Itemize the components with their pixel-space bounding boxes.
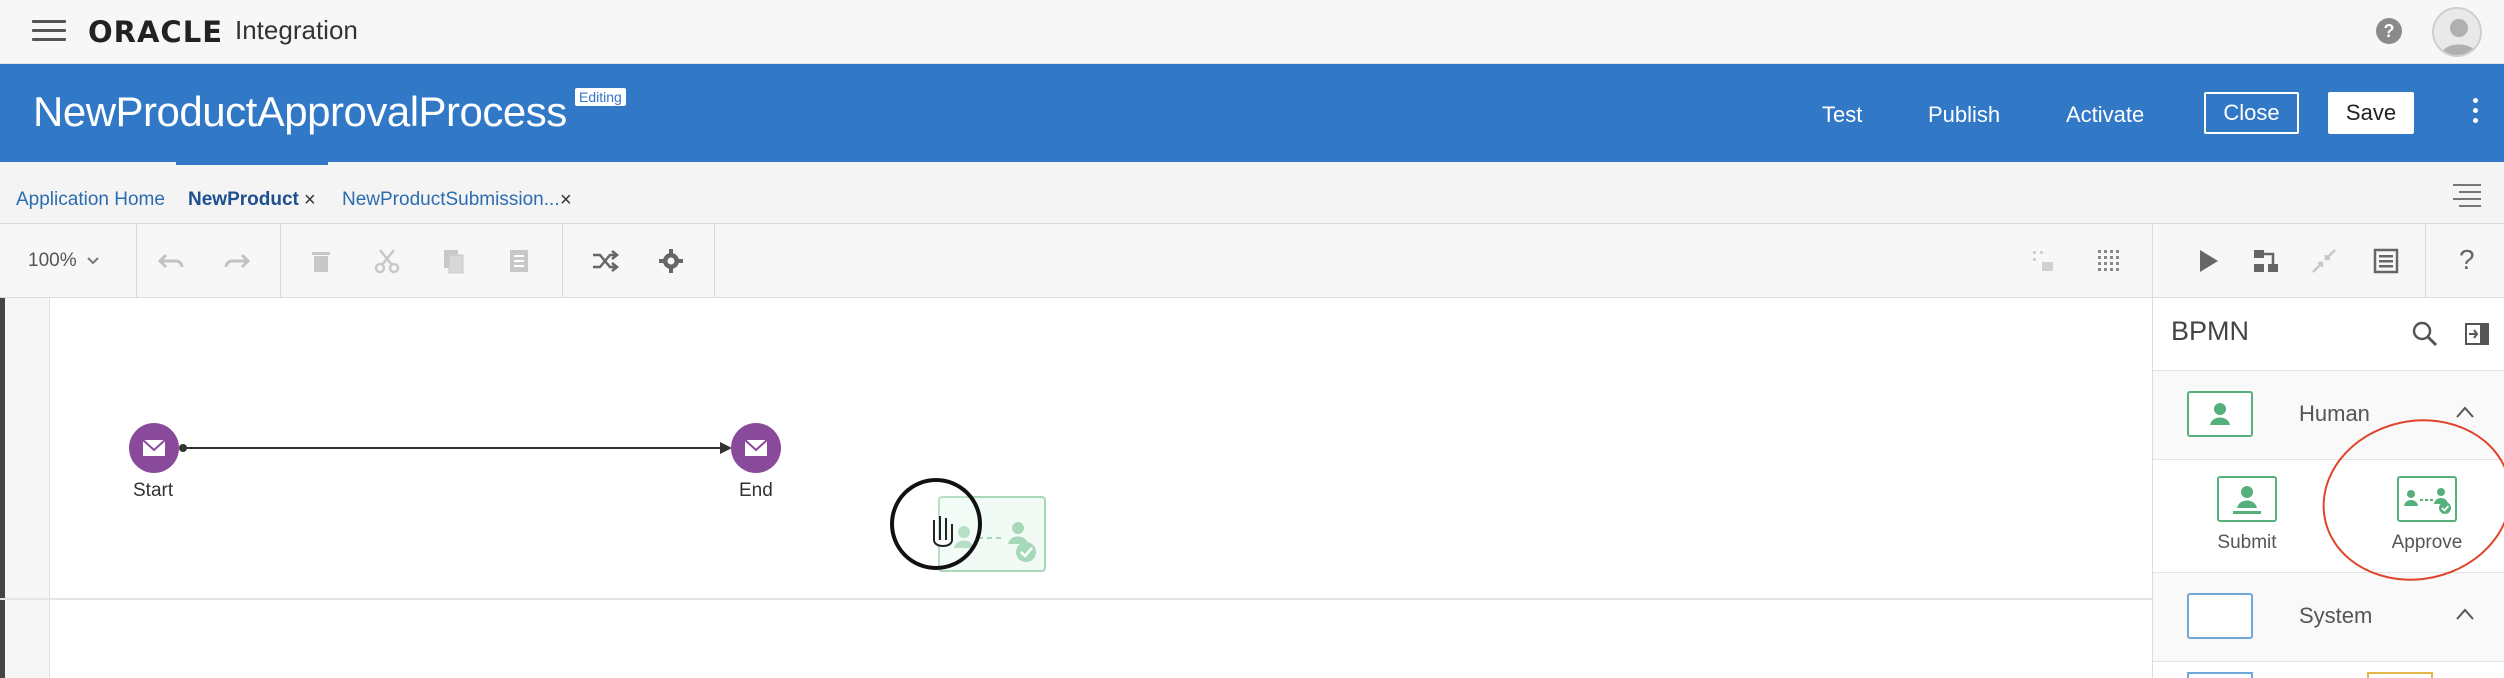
zoom-value: 100%: [28, 250, 77, 271]
close-button[interactable]: Close: [2204, 92, 2299, 134]
envelope-icon: [744, 439, 768, 456]
publish-button[interactable]: Publish: [1928, 102, 2000, 128]
editing-badge: Editing: [575, 88, 626, 106]
start-event-label: Start: [133, 480, 174, 501]
delete-icon[interactable]: [306, 246, 336, 276]
tab-list-menu-icon[interactable]: [2453, 184, 2481, 207]
shuffle-icon[interactable]: [590, 246, 620, 276]
properties-icon[interactable]: [2371, 246, 2401, 276]
end-event-label: End: [739, 480, 773, 501]
test-button[interactable]: Test: [1822, 102, 1862, 128]
gear-icon[interactable]: [656, 246, 686, 276]
palette-section-system[interactable]: System: [2153, 572, 2504, 662]
grid-icon[interactable]: [2094, 246, 2124, 276]
cut-icon[interactable]: [372, 246, 402, 276]
save-button[interactable]: Save: [2328, 92, 2414, 134]
chevron-up-icon[interactable]: [2455, 607, 2475, 621]
chevron-up-icon[interactable]: [2455, 405, 2475, 419]
copy-icon[interactable]: [438, 246, 468, 276]
lock-grid-icon[interactable]: [2028, 246, 2058, 276]
tab-application-home[interactable]: Application Home: [16, 162, 165, 224]
system-item-partial-2: [2367, 672, 2433, 678]
hamburger-menu-icon[interactable]: [32, 20, 66, 44]
dock-panel-icon[interactable]: [2463, 320, 2491, 348]
process-title: NewProductApprovalProcess: [33, 88, 567, 135]
process-header: NewProductApprovalProcess Editing Test P…: [0, 64, 2504, 162]
product-name: Integration: [235, 15, 358, 45]
brand-logo: ORACLE: [88, 15, 223, 49]
search-icon[interactable]: [2411, 320, 2439, 348]
envelope-icon: [142, 439, 166, 456]
chevron-down-icon: [87, 257, 99, 265]
hand-cursor-icon: [933, 516, 953, 547]
tab-newproductsubmission[interactable]: NewProductSubmission...: [342, 162, 560, 224]
system-task-icon: [2187, 593, 2253, 639]
editor-tabs: Application Home NewProduct × NewProduct…: [0, 162, 2504, 224]
human-task-icon: [2187, 391, 2253, 437]
paste-icon[interactable]: [504, 246, 534, 276]
palette-item-submit[interactable]: Submit: [2187, 468, 2307, 558]
canvas-toolbar: 100%: [0, 224, 2152, 298]
palette-section-human-label: Human: [2299, 401, 2370, 426]
process-canvas[interactable]: Start End: [0, 298, 2152, 678]
palette-title: BPMN: [2171, 316, 2250, 346]
palette-toolbar: ?: [2152, 224, 2504, 298]
sequence-flow[interactable]: [0, 298, 2152, 678]
zoom-select[interactable]: 100%: [28, 250, 100, 272]
submit-task-icon: [2217, 476, 2277, 522]
user-avatar[interactable]: [2432, 7, 2482, 57]
more-options-icon[interactable]: [2470, 98, 2480, 126]
tab-newproduct-label: NewProduct: [188, 189, 299, 210]
end-event[interactable]: [731, 423, 781, 473]
activate-button[interactable]: Activate: [2066, 102, 2144, 128]
flow-icon[interactable]: [2251, 246, 2281, 276]
help-question-icon[interactable]: ?: [2459, 244, 2475, 276]
play-icon[interactable]: [2193, 246, 2223, 276]
help-icon[interactable]: ?: [2376, 18, 2402, 44]
palette-section-system-label: System: [2299, 603, 2373, 628]
top-bar: ORACLE Integration ?: [0, 0, 2504, 64]
redo-icon[interactable]: [222, 246, 252, 276]
start-event[interactable]: [129, 423, 179, 473]
collapse-icon[interactable]: [2309, 246, 2339, 276]
drag-cursor-highlight: [890, 478, 982, 570]
undo-icon[interactable]: [156, 246, 186, 276]
system-item-partial: [2187, 672, 2253, 678]
user-avatar-icon: [2441, 19, 2477, 55]
palette-item-submit-label: Submit: [2217, 532, 2277, 553]
